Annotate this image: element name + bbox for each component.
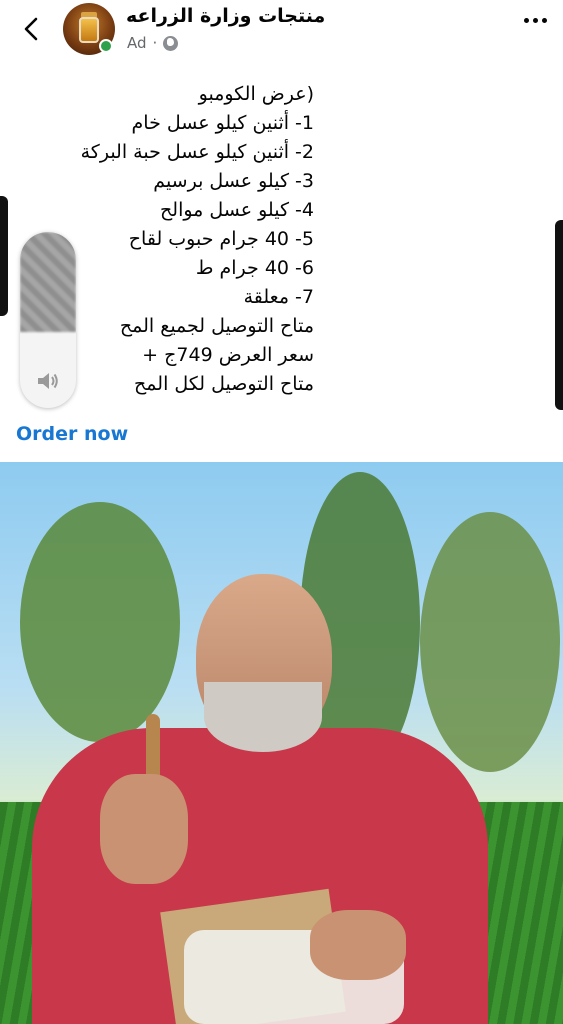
more-horizontal-icon [524, 18, 529, 23]
post-line: 2- أثنين كيلو عسل حبة البركة [80, 141, 314, 163]
back-button[interactable] [14, 12, 48, 46]
person-hand [310, 910, 406, 980]
person-beard [204, 682, 322, 752]
post-line: 4- كيلو عسل موالح [160, 199, 314, 221]
tree [20, 502, 180, 742]
post-line: 1- أثنين كيلو عسل خام [131, 112, 314, 134]
online-status-dot [99, 39, 113, 53]
tree [420, 512, 560, 772]
order-now-button[interactable]: Order now [16, 423, 128, 445]
page-name[interactable]: منتجات وزارة الزراعه [126, 5, 325, 27]
post-meta: Ad · [127, 34, 179, 52]
post-line: (عرض الكومبو [198, 83, 314, 105]
ad-label: Ad [127, 34, 147, 52]
video-thumbnail [20, 232, 76, 332]
person-hand [100, 774, 188, 884]
chevron-left-icon [24, 17, 38, 41]
post-line: 3- كيلو عسل برسيم [153, 170, 314, 192]
post-image[interactable] [0, 462, 563, 1024]
screen-edge-right [555, 220, 563, 410]
more-options-button[interactable] [524, 18, 547, 23]
screen-edge-left [0, 196, 8, 316]
floating-video-player[interactable] [20, 232, 76, 408]
globe-icon[interactable] [163, 35, 179, 51]
post-header: منتجات وزارة الزراعه Ad · [0, 0, 563, 62]
speaker-icon[interactable] [36, 370, 60, 392]
